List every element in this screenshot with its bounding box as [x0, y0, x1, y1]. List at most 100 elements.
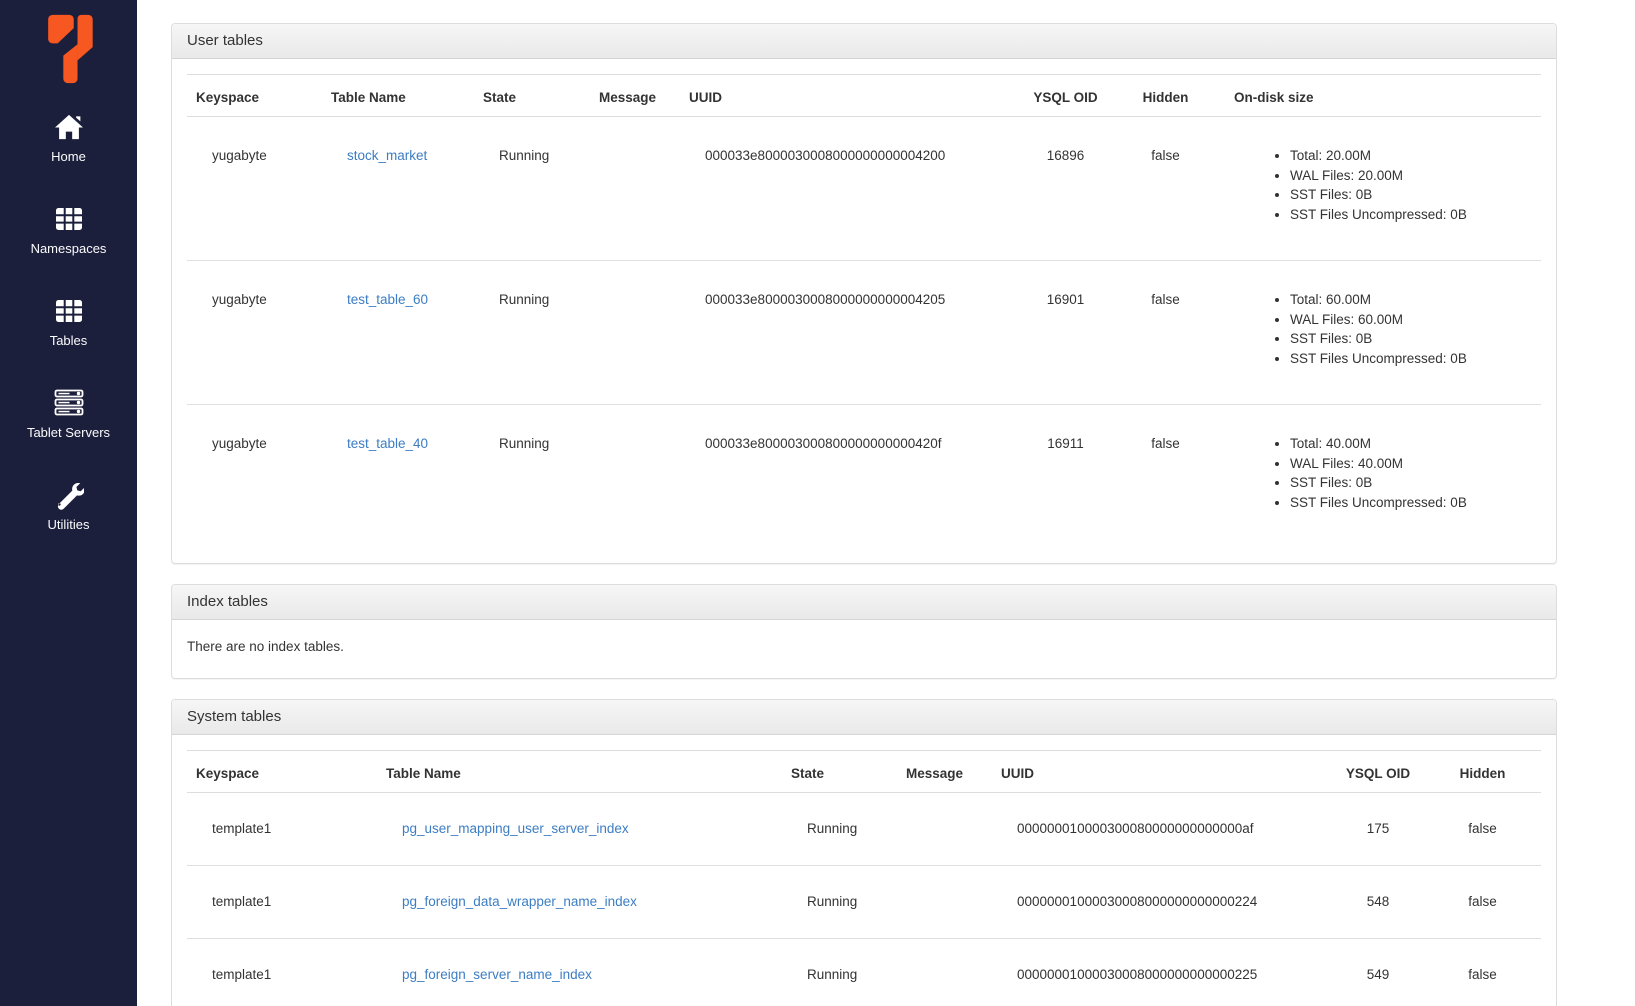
user-tables-table: Keyspace Table Name State Message UUID Y…: [187, 74, 1541, 548]
column-header-keyspace: Keyspace: [187, 75, 322, 117]
table-row: template1 pg_user_mapping_user_server_in…: [187, 793, 1541, 866]
utilities-wrench-icon: [54, 480, 84, 510]
message-cell: [897, 866, 992, 939]
table-name-link[interactable]: test_table_40: [347, 436, 428, 451]
sidebar-item-home[interactable]: Home: [0, 92, 137, 184]
ysql-oid-cell: 16901: [1017, 261, 1122, 405]
ysql-oid-cell: 16911: [1017, 405, 1122, 549]
keyspace-cell: yugabyte: [187, 117, 322, 261]
disk-size-total: Total: 20.00M: [1290, 146, 1533, 166]
index-tables-empty-message: There are no index tables.: [187, 635, 1541, 663]
state-cell: Running: [474, 261, 590, 405]
user-tables-panel: User tables Keyspace Table Name State Me…: [171, 23, 1557, 564]
sidebar-item-namespaces[interactable]: Namespaces: [0, 184, 137, 276]
table-row: yugabyte stock_market Running 000033e800…: [187, 117, 1541, 261]
column-header-state: State: [474, 75, 590, 117]
message-cell: [590, 261, 680, 405]
user-tables-panel-title: User tables: [172, 24, 1556, 59]
app-root: Home Namespaces: [0, 0, 1635, 1006]
disk-size-sst-uncompressed: SST Files Uncompressed: 0B: [1290, 349, 1533, 369]
sidebar-item-label: Tables: [50, 333, 88, 349]
message-cell: [590, 117, 680, 261]
table-name-link[interactable]: pg_user_mapping_user_server_index: [402, 821, 629, 836]
uuid-cell: 000033e8000030008000000000004200: [680, 117, 1017, 261]
keyspace-cell: template1: [187, 793, 377, 866]
system-tables-panel-title: System tables: [172, 700, 1556, 735]
state-cell: Running: [782, 793, 897, 866]
disk-size-total: Total: 40.00M: [1290, 434, 1533, 454]
sidebar: Home Namespaces: [0, 0, 137, 1006]
home-icon: [54, 112, 84, 142]
table-name-link[interactable]: stock_market: [347, 148, 427, 163]
column-header-hidden: Hidden: [1122, 75, 1217, 117]
hidden-cell: false: [1432, 939, 1541, 1006]
yugabyte-logo[interactable]: [43, 14, 95, 84]
sidebar-item-utilities[interactable]: Utilities: [0, 460, 137, 552]
sidebar-item-label: Tablet Servers: [27, 425, 110, 441]
disk-size-sst: SST Files: 0B: [1290, 473, 1533, 493]
system-tables-table: Keyspace Table Name State Message UUID Y…: [187, 750, 1541, 1006]
uuid-cell: 00000001000030008000000000000225: [992, 939, 1332, 1006]
column-header-on-disk-size: On-disk size: [1217, 75, 1541, 117]
on-disk-size-cell: Total: 40.00M WAL Files: 40.00M SST File…: [1217, 405, 1541, 549]
disk-size-sst-uncompressed: SST Files Uncompressed: 0B: [1290, 205, 1533, 225]
message-cell: [897, 939, 992, 1006]
state-cell: Running: [782, 866, 897, 939]
uuid-cell: 000033e800003000800000000000420f: [680, 405, 1017, 549]
hidden-cell: false: [1432, 866, 1541, 939]
table-row: template1 pg_foreign_data_wrapper_name_i…: [187, 866, 1541, 939]
sidebar-nav: Home Namespaces: [0, 92, 137, 552]
table-name-link[interactable]: pg_foreign_server_name_index: [402, 967, 592, 982]
column-header-ysql-oid: YSQL OID: [1017, 75, 1122, 117]
table-name-link[interactable]: pg_foreign_data_wrapper_name_index: [402, 894, 637, 909]
disk-size-total: Total: 60.00M: [1290, 290, 1533, 310]
column-header-hidden: Hidden: [1432, 751, 1541, 793]
disk-size-sst: SST Files: 0B: [1290, 329, 1533, 349]
disk-size-wal: WAL Files: 60.00M: [1290, 310, 1533, 330]
hidden-cell: false: [1122, 117, 1217, 261]
disk-size-sst-uncompressed: SST Files Uncompressed: 0B: [1290, 493, 1533, 513]
keyspace-cell: yugabyte: [187, 261, 322, 405]
on-disk-size-cell: Total: 20.00M WAL Files: 20.00M SST File…: [1217, 117, 1541, 261]
keyspace-cell: template1: [187, 866, 377, 939]
table-name-cell: stock_market: [322, 117, 474, 261]
keyspace-cell: template1: [187, 939, 377, 1006]
column-header-uuid: UUID: [680, 75, 1017, 117]
disk-size-wal: WAL Files: 40.00M: [1290, 454, 1533, 474]
ysql-oid-cell: 548: [1332, 866, 1432, 939]
namespaces-table-icon: [55, 204, 83, 234]
table-name-cell: pg_user_mapping_user_server_index: [377, 793, 782, 866]
yugabyte-logo-icon: [43, 13, 95, 85]
table-row: template1 pg_foreign_server_name_index R…: [187, 939, 1541, 1006]
table-name-link[interactable]: test_table_60: [347, 292, 428, 307]
sidebar-item-tablet-servers[interactable]: Tablet Servers: [0, 368, 137, 460]
table-header-row: Keyspace Table Name State Message UUID Y…: [187, 751, 1541, 793]
tables-table-icon: [55, 296, 83, 326]
uuid-cell: 000000010000300080000000000000af: [992, 793, 1332, 866]
sidebar-item-label: Utilities: [48, 517, 90, 533]
column-header-message: Message: [590, 75, 680, 117]
sidebar-item-label: Namespaces: [31, 241, 107, 257]
column-header-table-name: Table Name: [322, 75, 474, 117]
disk-size-wal: WAL Files: 20.00M: [1290, 166, 1533, 186]
column-header-ysql-oid: YSQL OID: [1332, 751, 1432, 793]
on-disk-size-cell: Total: 60.00M WAL Files: 60.00M SST File…: [1217, 261, 1541, 405]
table-name-cell: test_table_40: [322, 405, 474, 549]
column-header-message: Message: [897, 751, 992, 793]
uuid-cell: 000033e8000030008000000000004205: [680, 261, 1017, 405]
tablet-servers-icon: [54, 388, 84, 418]
index-tables-panel-title: Index tables: [172, 585, 1556, 620]
main-content: User tables Keyspace Table Name State Me…: [137, 0, 1635, 1006]
keyspace-cell: yugabyte: [187, 405, 322, 549]
column-header-state: State: [782, 751, 897, 793]
sidebar-item-tables[interactable]: Tables: [0, 276, 137, 368]
sidebar-item-label: Home: [51, 149, 86, 165]
uuid-cell: 00000001000030008000000000000224: [992, 866, 1332, 939]
state-cell: Running: [474, 117, 590, 261]
hidden-cell: false: [1122, 261, 1217, 405]
state-cell: Running: [474, 405, 590, 549]
message-cell: [897, 793, 992, 866]
message-cell: [590, 405, 680, 549]
ysql-oid-cell: 175: [1332, 793, 1432, 866]
system-tables-panel: System tables Keyspace Table Name State …: [171, 699, 1557, 1006]
